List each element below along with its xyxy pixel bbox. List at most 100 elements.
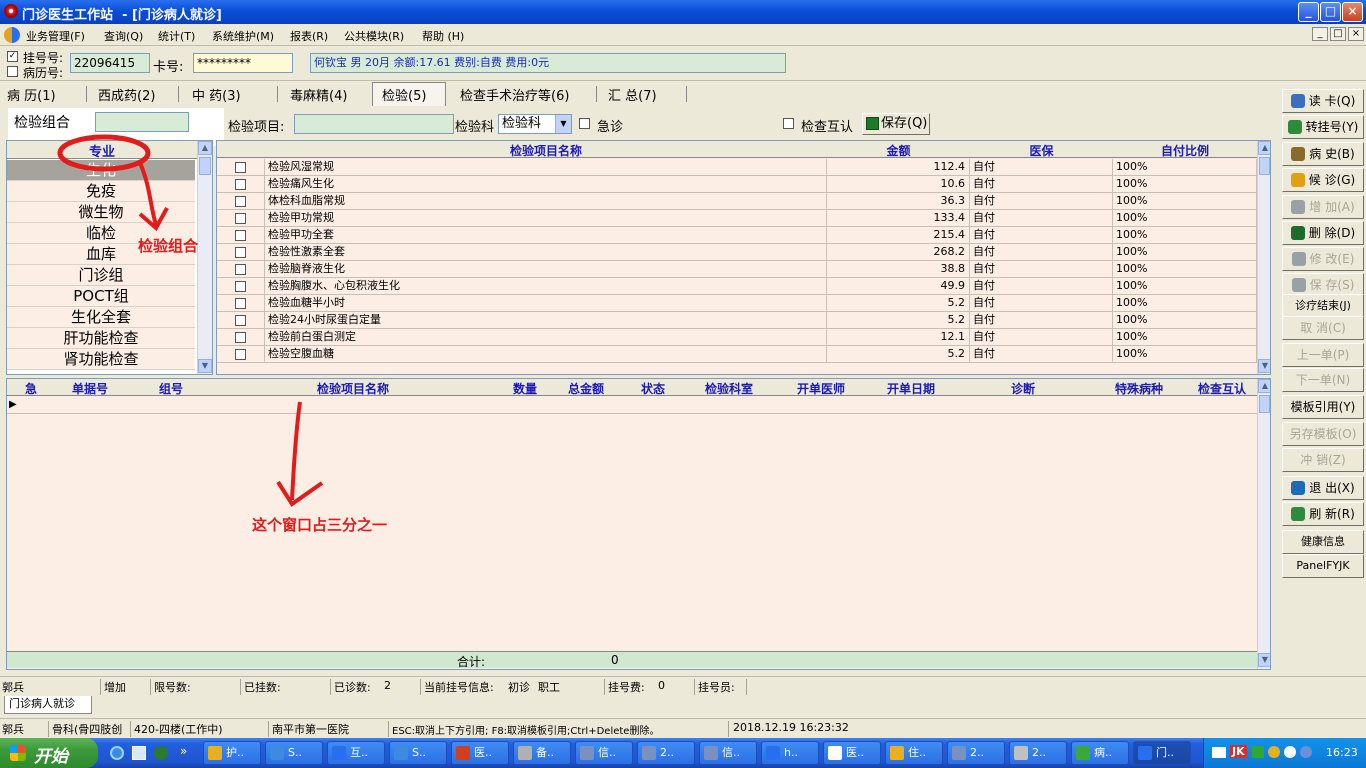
taskbar: 开始 » 护.. S.. 互.. S.. 医.. 备.. 信.. 2.. 信.. h.. 医.. 住.…: [0, 738, 1366, 768]
taskbar-item-icon: [828, 746, 842, 760]
side-button-label: 修 改(E): [1309, 252, 1355, 266]
taskbar-item[interactable]: 病..: [1071, 741, 1129, 765]
taskbar-item[interactable]: 门..: [1133, 741, 1191, 765]
ie-icon[interactable]: [110, 746, 124, 760]
taskbar-item[interactable]: 备..: [513, 741, 571, 765]
jk-icon[interactable]: JK: [1230, 745, 1247, 758]
browser-icon[interactable]: [154, 746, 168, 760]
status-divider: [150, 679, 151, 695]
status-category: 职工: [538, 681, 560, 694]
side-button-0[interactable]: 读 卡(Q): [1282, 89, 1364, 113]
status-divider: [388, 721, 389, 737]
side-button-5[interactable]: 删 除(D): [1282, 221, 1364, 245]
status-bar: 郭兵 增加 限号数: 已挂数: 已诊数: 2 当前挂号信息: 初诊 职工 挂号费…: [0, 676, 1366, 696]
taskbar-item-icon: [704, 746, 718, 760]
taskbar-item[interactable]: 2..: [637, 741, 695, 765]
taskbar-item-label: 信..: [598, 746, 616, 759]
side-button-label: 另存模板(O): [1289, 427, 1357, 441]
side-button-8[interactable]: 诊疗结束(J): [1282, 294, 1364, 318]
side-button-11[interactable]: 下一单(N): [1282, 368, 1364, 392]
annotation-overlay: [57, 134, 324, 507]
taskbar-item-label: 备..: [536, 746, 554, 759]
status-fee-label: 挂号费:: [608, 681, 645, 694]
taskbar-item[interactable]: S..: [389, 741, 447, 765]
taskbar-item-label: S..: [412, 746, 426, 759]
status-registered-label: 已挂数:: [244, 681, 281, 694]
volume-icon[interactable]: [1300, 746, 1312, 758]
app-tray-icon[interactable]: [1268, 746, 1280, 758]
side-button-label: 候 诊(G): [1308, 173, 1356, 187]
side-button-13[interactable]: 另存模板(O): [1282, 422, 1364, 446]
status-divider: [130, 721, 131, 737]
status-divider: [420, 679, 421, 695]
taskbar-item-label: 2..: [1032, 746, 1046, 759]
taskbar-item-label: 门..: [1156, 746, 1174, 759]
system-tray: JK 16:23: [1203, 738, 1366, 768]
network-icon[interactable]: [1252, 746, 1264, 758]
side-button-12[interactable]: 模板引用(Y): [1282, 395, 1364, 419]
status-divider: [48, 721, 49, 737]
taskbar-item[interactable]: 信..: [575, 741, 633, 765]
side-button-9[interactable]: 取 消(C): [1282, 316, 1364, 340]
side-button-icon: [1291, 481, 1306, 495]
taskbar-item[interactable]: 互..: [327, 741, 385, 765]
taskbar-item-icon: [332, 746, 346, 760]
side-button-6[interactable]: 修 改(E): [1282, 247, 1364, 271]
side-button-label: 转挂号(Y): [1305, 120, 1359, 134]
status-mode: 增加: [104, 681, 126, 694]
side-button-label: 读 卡(Q): [1308, 94, 1356, 108]
side-button-2[interactable]: 病 史(B): [1282, 142, 1364, 166]
side-button-icon: [1287, 120, 1302, 134]
status-room: 420-四楼(工作中): [134, 723, 223, 736]
windows-logo-icon: [10, 745, 26, 761]
taskbar-item[interactable]: 医..: [823, 741, 881, 765]
status-hospital: 南平市第一医院: [272, 723, 349, 736]
side-button-17[interactable]: 健康信息: [1282, 530, 1364, 554]
side-button-label: 退 出(X): [1309, 481, 1355, 495]
annotation-window-note: 这个窗口占三分之一: [252, 516, 388, 534]
start-button[interactable]: 开始: [0, 738, 98, 768]
info-status-bar: 郭兵 骨科(骨四肢创 420-四楼(工作中) 南平市第一医院 ESC:取消上下方…: [0, 718, 1366, 738]
window-tab[interactable]: 门诊病人就诊: [4, 696, 92, 714]
side-button-label: 诊疗结束(J): [1295, 299, 1351, 312]
side-button-1[interactable]: 转挂号(Y): [1282, 115, 1364, 139]
side-button-3[interactable]: 候 诊(G): [1282, 168, 1364, 192]
taskbar-item-icon: [1138, 746, 1152, 760]
taskbar-item[interactable]: 信..: [699, 741, 757, 765]
taskbar-item-label: 医..: [846, 746, 864, 759]
taskbar-item-icon: [208, 746, 222, 760]
mail-icon[interactable]: [1212, 747, 1226, 758]
window-tab-bar: 门诊病人就诊: [0, 696, 1366, 714]
taskbar-item[interactable]: 护..: [203, 741, 261, 765]
side-button-label: 保 存(S): [1309, 278, 1355, 292]
chevron-right-icon[interactable]: »: [180, 744, 187, 758]
taskbar-item-label: 互..: [350, 746, 368, 759]
taskbar-item-label: S..: [288, 746, 302, 759]
taskbar-item[interactable]: 2..: [947, 741, 1005, 765]
taskbar-item[interactable]: 住..: [885, 741, 943, 765]
taskbar-item-label: h..: [784, 746, 798, 759]
media-icon[interactable]: [132, 746, 146, 760]
taskbar-item-label: 护..: [226, 746, 244, 759]
taskbar-item-icon: [580, 746, 594, 760]
side-button-15[interactable]: 退 出(X): [1282, 476, 1364, 500]
security-icon[interactable]: [1284, 746, 1296, 758]
side-button-10[interactable]: 上一单(P): [1282, 343, 1364, 367]
annotation-arrow-2: [290, 401, 302, 501]
taskbar-item[interactable]: S..: [265, 741, 323, 765]
taskbar-item[interactable]: 医..: [451, 741, 509, 765]
taskbar-item[interactable]: 2..: [1009, 741, 1067, 765]
status-divider: [728, 721, 729, 737]
side-button-icon: [1291, 200, 1306, 214]
status-clerk-label: 挂号员:: [698, 681, 735, 694]
side-button-18[interactable]: PanelFYJK: [1282, 554, 1364, 578]
taskbar-item[interactable]: h..: [761, 741, 819, 765]
status-current-label: 当前挂号信息:: [424, 681, 494, 694]
side-button-icon: [1290, 226, 1305, 240]
taskbar-item-icon: [766, 746, 780, 760]
clock: 16:23: [1326, 746, 1358, 759]
side-button-14[interactable]: 冲 销(Z): [1282, 448, 1364, 472]
side-button-16[interactable]: 刷 新(R): [1282, 502, 1364, 526]
side-button-4[interactable]: 增 加(A): [1282, 195, 1364, 219]
taskbar-item-icon: [952, 746, 966, 760]
